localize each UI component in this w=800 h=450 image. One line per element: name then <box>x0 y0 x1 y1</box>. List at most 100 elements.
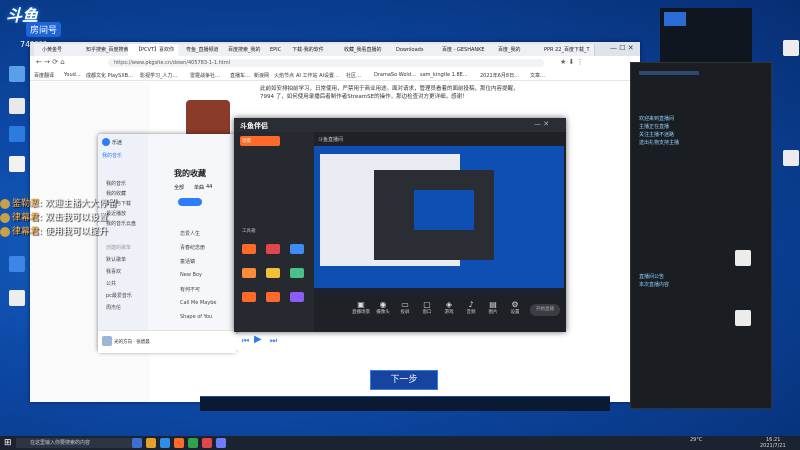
next-icon[interactable]: ⏭ <box>270 336 277 346</box>
bookmark-item[interactable]: Youd… <box>64 72 81 78</box>
chat-message: 律幕君: 使用我可以提升 <box>0 224 230 237</box>
weather-temp[interactable]: 29°C <box>690 437 702 443</box>
side-chat-line: 关注主播不迷路 <box>639 132 675 138</box>
chat-message: 律幕君: 双击我可以设置 <box>0 210 230 223</box>
desktop-icon[interactable] <box>4 66 30 83</box>
taskbar-app-icon[interactable] <box>202 438 212 448</box>
taskbar-app-icon[interactable] <box>132 438 142 448</box>
windows-icon[interactable]: ⊞ <box>4 438 14 448</box>
preview-window <box>414 190 474 230</box>
desktop-icon[interactable] <box>730 310 756 327</box>
nav-arrows-icon[interactable]: ← → ⟳ ⌂ <box>36 58 65 66</box>
control-audio[interactable]: ♪ 音频 <box>460 300 482 315</box>
bookmark-item[interactable]: 百度翻译 <box>34 72 54 79</box>
tool-button[interactable] <box>266 244 280 254</box>
bookmark-item[interactable]: 文章… <box>530 72 545 79</box>
tool-button[interactable] <box>266 268 280 278</box>
control-camera[interactable]: ◉ 摄像头 <box>372 300 394 315</box>
desktop-icon[interactable] <box>4 126 30 143</box>
live-preview <box>314 146 564 296</box>
tool-button[interactable] <box>290 244 304 254</box>
clock-date[interactable]: 2021/7/21 <box>760 443 786 449</box>
control-screen[interactable]: ▭ 投屏 <box>394 300 416 315</box>
desktop-icon[interactable] <box>778 150 800 167</box>
song-row[interactable]: 青春纪念册 <box>180 244 205 251</box>
taskbar-app-icon[interactable] <box>146 438 156 448</box>
taskbar-app-icon[interactable] <box>216 438 226 448</box>
chat-message: 鉴勒葱: 欢迎主播大大停留 <box>0 196 230 209</box>
start-live-button[interactable]: 开始直播 <box>530 304 560 316</box>
recorder-window: 斗鱼伴侣 — ✕ 场景 工具箱 斗鱼直播间 ▣ 直播场景 ◉ 摄像头 ▭ 投屏 ▢ 窗口… <box>234 118 566 332</box>
bookmark-item[interactable]: DramaSo Wold… <box>374 72 416 78</box>
playlist-item[interactable]: pc最爱音乐 <box>106 292 132 299</box>
desktop-icon[interactable] <box>4 156 30 173</box>
desktop-icon[interactable] <box>4 290 30 307</box>
control-image[interactable]: ▤ 图片 <box>482 300 504 315</box>
bookmark-item[interactable]: 直播车… <box>230 72 250 79</box>
preview-title: 斗鱼直播间 <box>318 137 344 143</box>
tool-button[interactable] <box>242 268 256 278</box>
bookmark-item[interactable]: 社区… <box>346 72 361 79</box>
sidebar-item[interactable]: 我的音乐 <box>106 180 126 187</box>
tab-all[interactable]: 全部 <box>174 184 184 191</box>
bookmark-item[interactable]: 影视学习_人力… <box>140 72 178 79</box>
taskbar-search[interactable]: 在这里输入你要搜索的内容 <box>16 438 140 448</box>
song-row[interactable]: Shape of You <box>180 314 212 320</box>
bookmark-item[interactable]: 2021年6月8日… <box>480 72 519 79</box>
article-line: 此前如安排拍前学习，日常使用，严禁用于商业用途。面对请求，管理员看着的面前投稿，… <box>260 86 519 92</box>
address-bar: ← → ⟳ ⌂ https://www.pkgsite.cn/down/4057… <box>30 56 640 71</box>
desktop-icon[interactable] <box>730 250 756 267</box>
url-field[interactable]: https://www.pkgsite.cn/down/405783-1-1.h… <box>108 59 544 67</box>
article-text: 此前如安排拍前学习，日常使用，严禁用于商业用途。面对请求，管理员看着的面前投稿，… <box>260 84 590 100</box>
next-step-button[interactable]: 下一步 <box>370 370 438 390</box>
music-app-window: 乐迷 我的音乐 我的音乐 我的收藏 本地与下载 最近播放 我的音乐云盘 创建的歌… <box>98 134 236 353</box>
side-window: 欢迎来到直播间 主播正在直播 关注主播不迷路 送出礼物支持主播 直播间公告 本次… <box>630 62 772 409</box>
control-settings[interactable]: ⚙ 设置 <box>504 300 526 315</box>
side-chat-line: 本次直播内容 <box>639 282 670 288</box>
article-line: 7994 了，如何使用录播后者制作者StreamSE的操作，那边检查对方更详细，… <box>260 94 468 100</box>
playlist-item[interactable]: 周杰伦 <box>106 304 121 311</box>
song-row[interactable]: Call Me Maybe <box>180 300 217 306</box>
bookmark-item[interactable]: sam_kingtle 1.8E… <box>420 72 468 78</box>
taskbar-app-icon[interactable] <box>160 438 170 448</box>
bookmark-item[interactable]: AI 工作站 AI设置… <box>296 72 339 79</box>
prev-icon[interactable]: ⏮ <box>242 336 249 346</box>
tool-button[interactable] <box>290 292 304 302</box>
control-window[interactable]: ▢ 窗口 <box>416 300 438 315</box>
taskbar-app-icon[interactable] <box>174 438 184 448</box>
taskbar: ⊞ 在这里输入你要搜索的内容 29°C 16:21 2021/7/21 <box>0 436 800 450</box>
browser-tab-strip: 小黄金号 知乎搜索_百度搜索 【PCVT】喜欢你 粤鱼_直播频道 百度搜索_我的… <box>30 42 640 56</box>
side-chat-line: 主播正在直播 <box>639 124 670 130</box>
window-controls[interactable]: — ☐ ✕ <box>610 44 634 52</box>
tool-button[interactable] <box>290 268 304 278</box>
bookmark-item[interactable]: 成都文化 PlaySXB… <box>86 72 133 79</box>
bookmark-item[interactable]: 火焰节点 <box>274 72 294 79</box>
desktop-icon[interactable] <box>4 256 30 273</box>
tab-songs[interactable]: 单曲 <box>194 184 204 191</box>
taskbar-app-icon[interactable] <box>188 438 198 448</box>
side-chat: 欢迎来到直播间 主播正在直播 关注主播不迷路 送出礼物支持主播 <box>639 115 763 147</box>
bookmark-item[interactable]: 新浪网 <box>254 72 269 79</box>
desktop-icon[interactable] <box>4 98 30 115</box>
song-row[interactable]: 有何不可 <box>180 286 200 293</box>
tool-button[interactable] <box>242 244 256 254</box>
tool-button[interactable] <box>266 292 280 302</box>
side-chat-line: 欢迎来到直播间 <box>639 116 675 122</box>
song-row[interactable]: New Boy <box>180 272 202 278</box>
tool-button[interactable] <box>242 292 256 302</box>
control-game[interactable]: ◈ 游戏 <box>438 300 460 315</box>
control-scene[interactable]: ▣ 直播场景 <box>350 300 372 315</box>
playlist-item[interactable]: 公共 <box>106 280 116 287</box>
playlist-item[interactable]: 默认歌单 <box>106 256 126 263</box>
desktop-icon[interactable] <box>778 40 800 57</box>
playlists-title: 创建的歌单 <box>106 245 132 251</box>
extension-icons[interactable]: ★ ⬇ ⋮ <box>560 58 584 66</box>
browser-tab[interactable]: PPR 22_百度下载_T <box>536 44 595 56</box>
song-count: 44 <box>206 184 213 190</box>
playlist-item[interactable]: 我喜欢 <box>106 268 121 275</box>
play-icon[interactable]: ▶ <box>254 334 262 345</box>
window-controls[interactable]: — ✕ <box>534 120 549 128</box>
song-row[interactable]: 童话镇 <box>180 258 195 265</box>
user-avatar[interactable] <box>102 138 110 146</box>
bookmark-item[interactable]: 雷霆战争社… <box>190 72 220 79</box>
